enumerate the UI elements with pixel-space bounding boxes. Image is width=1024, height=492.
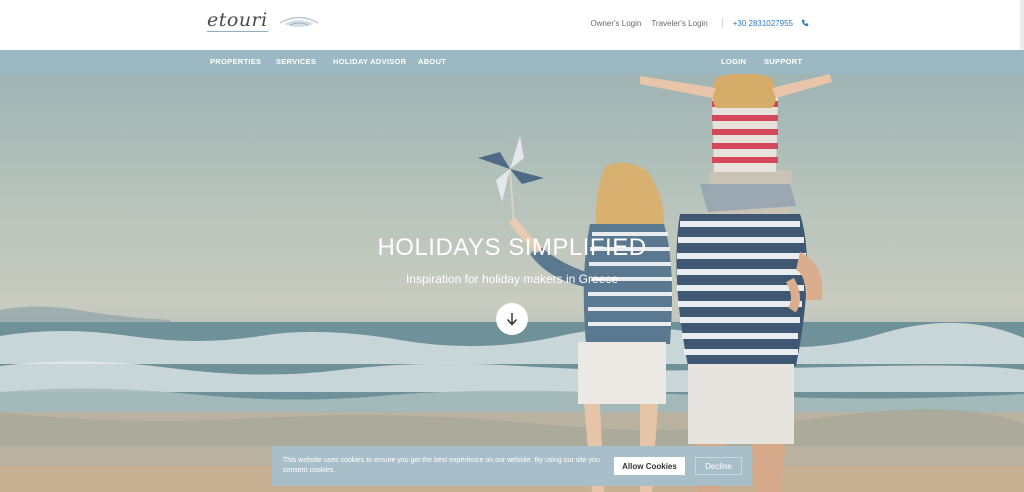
hero-banner: HOLIDAYS SIMPLIFIED Inspiration for holi… [0,74,1024,492]
nav-item-holiday-advisor[interactable]: HOLIDAY ADVISOR [333,57,406,66]
allow-cookies-button[interactable]: Allow Cookies [614,457,685,475]
main-navigation: PROPERTIES SERVICES HOLIDAY ADVISOR ABOU… [0,50,1024,74]
logo-emblem-icon [279,16,319,27]
decline-cookies-button[interactable]: Decline [695,457,742,475]
divider [721,18,723,28]
cookie-message: This website uses cookies to ensure you … [283,457,600,474]
nav-item-support[interactable]: SUPPORT [764,57,802,66]
phone-icon[interactable] [801,19,809,27]
site-logo[interactable]: etouri [207,10,320,32]
nav-item-about[interactable]: ABOUT [418,57,446,66]
hero-subtitle: Inspiration for holiday makers in Greece [405,272,619,286]
account-links: Owner's Login Traveler's Login +30 28310… [590,18,809,28]
nav-item-services[interactable]: SERVICES [276,57,316,66]
nav-item-login[interactable]: LOGIN [721,57,746,66]
hero-title: HOLIDAYS SIMPLIFIED [377,234,647,261]
logo-wordmark: etouri [207,9,268,32]
arrow-down-icon [506,313,518,326]
phone-link[interactable]: +30 2831027955 [733,19,793,28]
travelers-login-link[interactable]: Traveler's Login [651,19,707,28]
scroll-down-button[interactable] [496,303,528,335]
site-header: etouri Owner's Login Traveler's Login +3… [0,0,1024,50]
nav-item-properties[interactable]: PROPERTIES [210,57,261,66]
owners-login-link[interactable]: Owner's Login [590,19,641,28]
